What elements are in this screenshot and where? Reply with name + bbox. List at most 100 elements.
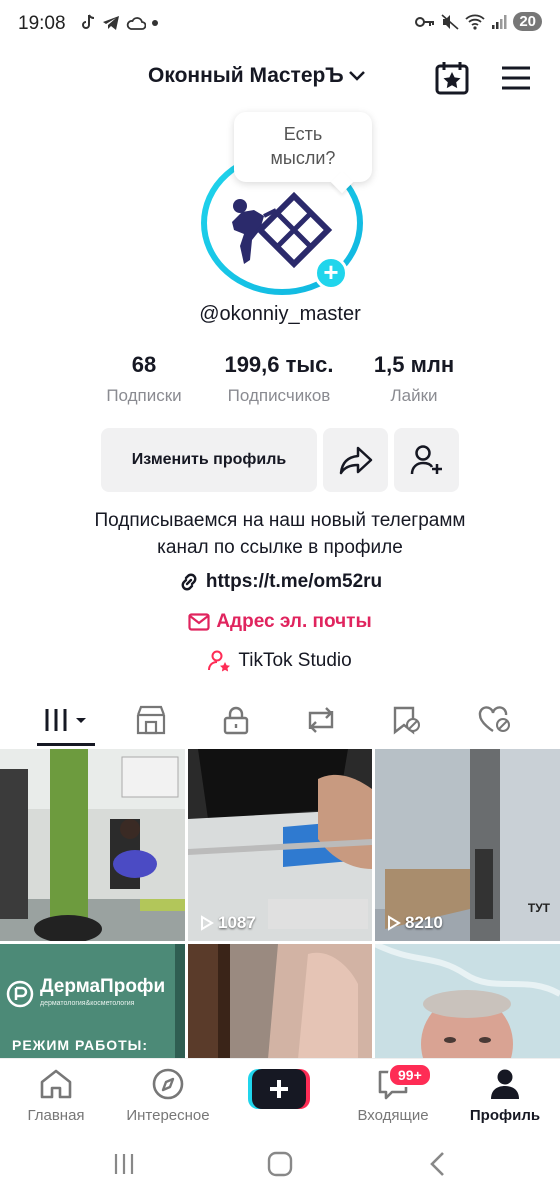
system-navigation-bar: [0, 1134, 560, 1200]
stat-value: 68: [131, 352, 157, 377]
bio-line: Подписываемся на наш новый телеграмм: [94, 510, 466, 531]
view-count-text: 1087: [218, 913, 256, 932]
shop-icon: [136, 705, 166, 735]
signal-icon: [492, 14, 507, 29]
mute-icon: [441, 13, 459, 30]
view-count: 8210: [387, 913, 443, 933]
profile-link[interactable]: https://t.me/om52ru: [0, 571, 560, 593]
window-detail-thumbnail-image: [188, 944, 372, 1059]
bookmark-hidden-icon: [393, 706, 420, 735]
nav-label: Профиль: [469, 1107, 541, 1124]
stat-likes[interactable]: 1,5 млн Лайки: [354, 352, 474, 406]
tab-videos[interactable]: [36, 698, 96, 742]
active-tab-indicator: [37, 743, 95, 746]
thoughts-prompt-bubble[interactable]: Есть мысли?: [234, 112, 372, 182]
stat-label: Подписчиков: [227, 386, 331, 405]
stat-value: 199,6 тыс.: [224, 352, 334, 377]
home-button-icon[interactable]: [267, 1151, 293, 1177]
sign-hours-text: РЕЖИМ РАБОТЫ:: [12, 1037, 149, 1053]
back-icon[interactable]: [428, 1151, 446, 1177]
view-count: 1087: [200, 913, 256, 933]
bottom-navigation: Главная Интересное Входящие 99+ Профиль: [0, 1058, 560, 1134]
video-thumbnail[interactable]: 1087: [188, 749, 372, 941]
tab-private[interactable]: [206, 698, 266, 742]
bio-line: канал по ссылке в профиле: [157, 537, 403, 558]
content-tabs: [0, 698, 560, 748]
link-text: https://t.me/om52ru: [205, 571, 383, 592]
repost-icon: [308, 707, 334, 733]
profile-bio: Подписываемся на наш новый телеграмм кан…: [0, 507, 560, 561]
nav-profile[interactable]: Профиль: [466, 1067, 544, 1124]
chevron-down-icon: [348, 71, 365, 81]
telegram-notification-icon: [103, 16, 119, 30]
profile-username: @okonniy_master: [199, 303, 361, 325]
email-text: Адрес эл. почты: [216, 611, 372, 632]
account-name: Оконный МастерЪ: [148, 64, 344, 87]
status-system-icons: 20: [415, 12, 542, 31]
account-switcher[interactable]: Оконный МастерЪ: [148, 64, 366, 88]
add-story-button[interactable]: +: [314, 256, 348, 290]
key-icon: [415, 16, 435, 27]
stat-followers[interactable]: 199,6 тыс. Подписчиков: [209, 352, 349, 406]
heart-hidden-icon: [478, 706, 510, 733]
man-portrait-thumbnail-image: [375, 944, 560, 1059]
sign-brand-text: ДермаПрофи: [40, 976, 166, 997]
battery-indicator: 20: [513, 12, 542, 31]
add-person-icon: [410, 445, 442, 475]
sign-sub-text: дерматология&косметология: [40, 1000, 135, 1007]
nav-home[interactable]: Главная: [16, 1067, 96, 1124]
video-grid: 1087 ТУТ 8210 ДермаПрофи дерматология&ко…: [0, 749, 560, 1059]
tab-reposts[interactable]: [291, 698, 351, 742]
edit-profile-button[interactable]: Изменить профиль: [101, 428, 317, 492]
nav-label: Входящие: [357, 1107, 429, 1124]
grid-bars-icon: [45, 709, 86, 731]
play-icon: [201, 915, 214, 931]
tiktok-notification-icon: [82, 14, 95, 29]
recent-apps-icon[interactable]: [112, 1152, 136, 1176]
profile-stats: 68 Подписки 199,6 тыс. Подписчиков 1,5 м…: [0, 352, 560, 412]
video-thumbnail[interactable]: ДермаПрофи дерматология&косметология РЕЖ…: [0, 944, 185, 1059]
tab-liked[interactable]: [465, 698, 525, 742]
add-friends-button[interactable]: [394, 428, 459, 492]
video-thumbnail[interactable]: [188, 944, 372, 1059]
gym-thumbnail-image: [0, 749, 185, 941]
inbox-badge: 99+: [388, 1063, 432, 1087]
tab-shop[interactable]: [121, 698, 181, 742]
creator-star-icon: [208, 650, 231, 672]
profile-person-icon: [491, 1069, 519, 1099]
video-thumbnail[interactable]: [0, 749, 185, 941]
email-contact[interactable]: Адрес эл. почты: [0, 611, 560, 633]
video-thumbnail[interactable]: ТУТ 8210: [375, 749, 560, 941]
studio-text: TikTok Studio: [238, 650, 352, 671]
tiktok-studio-link[interactable]: TikTok Studio: [0, 650, 560, 672]
mail-icon: [188, 613, 210, 631]
view-count-text: 8210: [405, 913, 443, 932]
nav-label: Интересное: [126, 1107, 210, 1124]
lock-icon: [223, 706, 249, 735]
nav-label: Главная: [27, 1107, 85, 1124]
status-notification-icons: [80, 14, 158, 32]
status-bar: 19:08 20: [0, 0, 560, 50]
menu-icon[interactable]: [500, 64, 532, 92]
play-icon: [388, 915, 401, 931]
calendar-star-icon[interactable]: [434, 60, 470, 96]
thoughts-prompt-text: Есть мысли?: [270, 124, 336, 168]
wifi-icon: [465, 14, 485, 30]
create-video-button[interactable]: [248, 1069, 310, 1109]
nav-discover[interactable]: Интересное: [118, 1067, 218, 1124]
share-arrow-icon: [339, 446, 372, 475]
stat-label: Лайки: [390, 386, 438, 405]
link-icon: [181, 573, 197, 591]
thumbnail-overlay-text: ТУТ: [527, 901, 550, 915]
profile-header: Оконный МастерЪ: [0, 56, 560, 100]
tab-favorites[interactable]: [376, 698, 436, 742]
status-time: 19:08: [18, 13, 66, 34]
video-thumbnail[interactable]: [375, 944, 560, 1059]
stat-value: 1,5 млн: [373, 352, 455, 377]
cloud-icon: [126, 17, 146, 30]
home-icon: [40, 1069, 72, 1099]
stat-label: Подписки: [106, 386, 182, 405]
compass-icon: [152, 1068, 184, 1100]
share-profile-button[interactable]: [323, 428, 388, 492]
stat-following[interactable]: 68 Подписки: [84, 352, 204, 406]
